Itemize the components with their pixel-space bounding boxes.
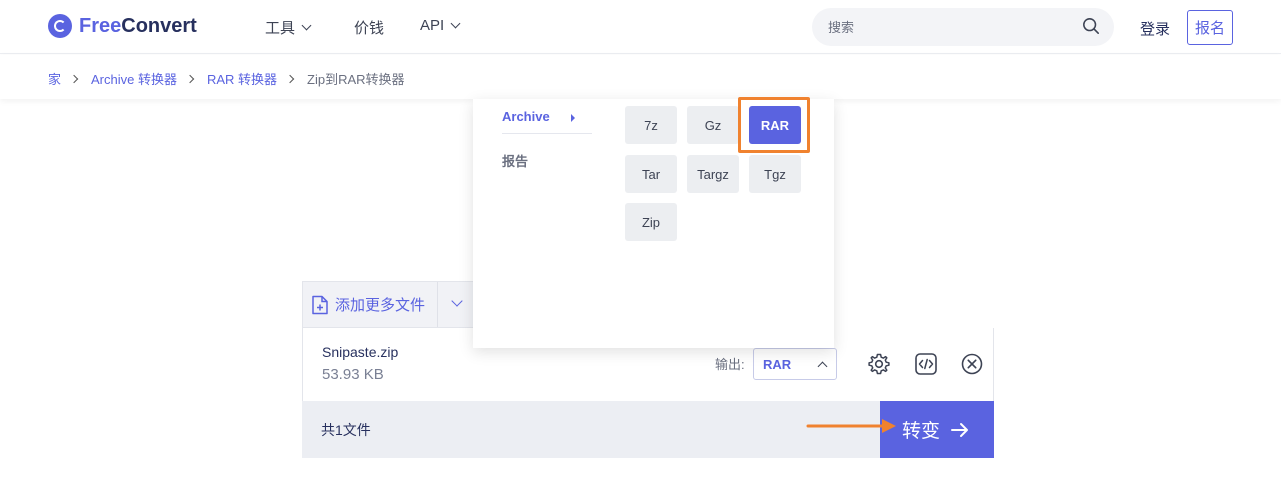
- format-targz[interactable]: Targz: [687, 155, 739, 193]
- arrow-right-icon: [951, 422, 969, 437]
- signup-button[interactable]: 报名: [1187, 10, 1233, 45]
- gear-icon[interactable]: [867, 352, 891, 376]
- chevron-right-icon: [185, 74, 195, 83]
- output-label: 输出:: [715, 357, 745, 372]
- logo-icon: [48, 14, 72, 38]
- brand-name-convert: Convert: [121, 14, 197, 37]
- category-divider: [502, 133, 592, 134]
- chevron-down-icon: [451, 295, 463, 307]
- nav-pricing[interactable]: 价钱: [354, 17, 384, 38]
- top-header: FreeConvert 工具 价钱 API 登录 报名: [0, 0, 1281, 54]
- code-icon[interactable]: [914, 352, 938, 376]
- breadcrumb: 家 Archive 转换器 RAR 转换器 Zip到RAR转换器: [48, 69, 405, 88]
- breadcrumb-bar: 家 Archive 转换器 RAR 转换器 Zip到RAR转换器: [0, 55, 1281, 99]
- format-tgz[interactable]: Tgz: [749, 155, 801, 193]
- nav-tools[interactable]: 工具: [265, 17, 312, 38]
- search-icon[interactable]: [1082, 17, 1100, 35]
- total-files: 共1文件: [321, 422, 371, 438]
- category-archive[interactable]: Archive: [502, 109, 576, 124]
- format-gz[interactable]: Gz: [687, 106, 739, 144]
- add-source-dropdown[interactable]: [437, 282, 474, 327]
- breadcrumb-archive-converter[interactable]: Archive 转换器: [91, 69, 177, 88]
- annotation-arrow: [806, 419, 896, 433]
- chevron-down-icon: [301, 20, 312, 31]
- brand-name-free: Free: [79, 14, 122, 37]
- brand-logo[interactable]: FreeConvert: [48, 14, 197, 38]
- nav-api[interactable]: API: [420, 17, 461, 34]
- breadcrumb-rar-converter[interactable]: RAR 转换器: [207, 69, 277, 88]
- file-add-icon: [312, 295, 328, 314]
- login-link[interactable]: 登录: [1140, 18, 1170, 39]
- search-input[interactable]: [828, 16, 1068, 38]
- file-name: Snipaste.zip: [322, 344, 399, 360]
- chevron-up-icon: [817, 361, 828, 372]
- caret-right-icon: [571, 113, 576, 122]
- chevron-right-icon: [69, 74, 79, 83]
- close-circle-icon[interactable]: [960, 352, 984, 376]
- output-format-value: RAR: [763, 356, 792, 372]
- brand-name: FreeConvert: [79, 15, 197, 38]
- chevron-down-icon: [450, 18, 461, 29]
- file-size: 53.93 KB: [322, 366, 384, 383]
- category-report[interactable]: 报告: [502, 151, 528, 170]
- add-more-files-button[interactable]: 添加更多文件: [303, 282, 437, 327]
- search-box: [812, 8, 1114, 46]
- breadcrumb-home[interactable]: 家: [48, 69, 61, 88]
- add-files-bar: 添加更多文件: [302, 281, 474, 328]
- format-zip[interactable]: Zip: [625, 203, 677, 241]
- nav-tools-label: 工具: [265, 20, 296, 37]
- nav-pricing-label: 价钱: [354, 20, 385, 37]
- format-tar[interactable]: Tar: [625, 155, 677, 193]
- category-archive-label: Archive: [502, 109, 550, 124]
- nav-api-label: API: [420, 17, 445, 34]
- format-7z[interactable]: 7z: [625, 106, 677, 144]
- convert-label: 转变: [902, 421, 941, 442]
- breadcrumb-current: Zip到RAR转换器: [307, 72, 405, 87]
- add-more-files-label: 添加更多文件: [335, 297, 426, 314]
- rar-highlight-annotation: [738, 97, 810, 153]
- chevron-right-icon: [285, 74, 295, 83]
- output-format-select[interactable]: RAR: [753, 348, 837, 380]
